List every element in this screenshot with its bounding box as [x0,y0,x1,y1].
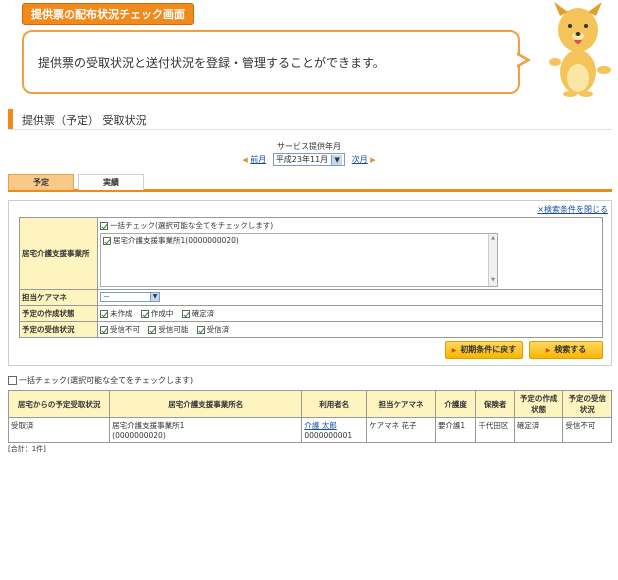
arrow-right-icon: ▶ [545,347,551,354]
col-header-office: 居宅介護支援事業所名 [109,390,303,418]
dog-mascot-icon [549,2,611,97]
scroll-down-icon[interactable]: ▼ [489,277,497,285]
search-button[interactable]: ▶ 検索する [529,341,603,359]
banner-message: 提供票の受取状況と送付状況を登録・管理することができます。 [38,56,385,70]
cell-creation: 確定済 [513,417,564,443]
receipt-checkbox[interactable] [196,326,205,334]
page-banner-tag: 提供票の配布状況チェック画面 [22,3,194,25]
chevron-down-icon: ▼ [331,155,343,165]
month-select-value: 平成23年11月 [275,155,329,164]
cell-status: 受取済 [7,417,111,443]
office-bulk-check-row: 一括チェック(選択可能な全てをチェックします) [100,220,600,231]
results-header-row: 居宅からの予定受取状況 居宅介護支援事業所名 利用者名 担当ケアマネ 介護度 保… [7,390,612,418]
table-row: 受取済 居宅介護支援事業所1 (0000000020) 介護 太郎 00000000… [7,417,612,443]
cell-office: 居宅介護支援事業所1 (0000000020) [109,417,303,443]
arrow-right-icon: ▶ [451,347,457,354]
office-list-item[interactable]: 居宅介護支援事業所1(0000000020) [101,234,497,247]
office-label: 居宅介護支援事業所 [19,217,98,290]
month-select[interactable]: 平成23年11月 ▼ [272,153,346,166]
col-header-receipt: 居宅からの予定受取状況 [7,390,111,418]
results-bulk-checkbox[interactable] [8,376,17,385]
cell-user: 介護 太郎 0000000001 [301,417,368,443]
period-selector: ◀ 前月 平成23年11月 ▼ 次月 ▶ [0,153,618,166]
creation-option[interactable]: 未作成 [100,308,133,319]
banner-message-box: 提供票の受取状況と送付状況を登録・管理することができます。 [22,30,520,94]
tab-plan[interactable]: 予定 [8,174,74,190]
section-accent-bar [8,109,13,129]
col-header-care-level: 介護度 [434,390,477,418]
col-header-insurer: 保険者 [475,390,515,418]
creation-checkbox[interactable] [100,310,108,318]
creation-option[interactable]: 作成中 [140,308,173,319]
period-label: サービス提供年月 [277,142,341,151]
close-search-link[interactable]: ×検索条件を閉じる [537,204,608,215]
search-form: 居宅介護支援事業所 一括チェック(選択可能な全てをチェックします) 居宅介護支援… [19,217,603,338]
receipt-status-label: 予定の受信状況 [19,321,98,338]
care-manager-value: － [103,293,110,301]
col-header-care-manager: 担当ケアマネ [366,390,436,418]
creation-option[interactable]: 確定済 [181,308,214,319]
creation-checkbox[interactable] [140,310,149,318]
results-total: [合計：1件] [8,445,46,453]
prev-arrow-icon: ◀ [242,156,248,164]
cell-receipt: 受信不可 [562,417,612,443]
receipt-checkbox[interactable] [148,326,157,334]
receipt-option[interactable]: 受信不可 [100,324,140,335]
scroll-up-icon[interactable]: ▲ [489,235,497,243]
receipt-checkbox[interactable] [100,326,108,334]
cell-insurer: 千代田区 [475,417,515,443]
results-table: 居宅からの予定受取状況 居宅介護支援事業所名 利用者名 担当ケアマネ 介護度 保… [7,390,612,443]
tab-actual[interactable]: 実績 [78,174,144,190]
creation-status-label: 予定の作成状態 [19,305,98,322]
care-manager-select[interactable]: － ▼ [100,292,160,302]
section-header: 提供票（予定） 受取状況 [8,108,612,130]
office-bulk-check-label: 一括チェック(選択可能な全てをチェックします) [110,221,274,230]
office-list-scrollbar[interactable]: ▲ ▼ [488,234,497,286]
tab-bar: 予定 実績 [8,174,612,192]
cell-care-level: 要介護1 [434,417,477,443]
col-header-creation: 予定の作成状態 [513,390,564,418]
cell-care-manager: ケアマネ 花子 [366,417,436,443]
col-header-user: 利用者名 [301,390,368,418]
reset-conditions-button[interactable]: ▶ 初期条件に戻す [445,341,523,359]
user-name-link[interactable]: 介護 太郎 [304,421,336,430]
receipt-option[interactable]: 受信可能 [148,324,188,335]
office-item-checkbox[interactable] [103,237,111,245]
col-header-receipt-status: 予定の受信状況 [562,390,612,418]
chevron-down-icon: ▼ [150,293,159,301]
results-bulk-check-label: 一括チェック(選択可能な全てをチェックします) [19,376,194,385]
office-list[interactable]: 居宅介護支援事業所1(0000000020) ▲ ▼ [100,233,498,287]
office-bulk-checkbox[interactable] [100,222,108,230]
search-panel: ×検索条件を閉じる 居宅介護支援事業所 一括チェック(選択可能な全てをチェックし… [8,200,612,366]
office-item-label: 居宅介護支援事業所1(0000000020) [113,236,239,245]
receipt-option[interactable]: 受信済 [196,324,229,335]
next-month-link[interactable]: 次月 [352,155,368,164]
prev-month-link[interactable]: 前月 [250,155,266,164]
section-title: 提供票（予定） 受取状況 [22,114,147,127]
results-bulk-check: 一括チェック(選択可能な全てをチェックします) [8,375,193,386]
next-arrow-icon: ▶ [370,156,376,164]
creation-checkbox[interactable] [181,310,190,318]
care-manager-label: 担当ケアマネ [19,289,98,306]
